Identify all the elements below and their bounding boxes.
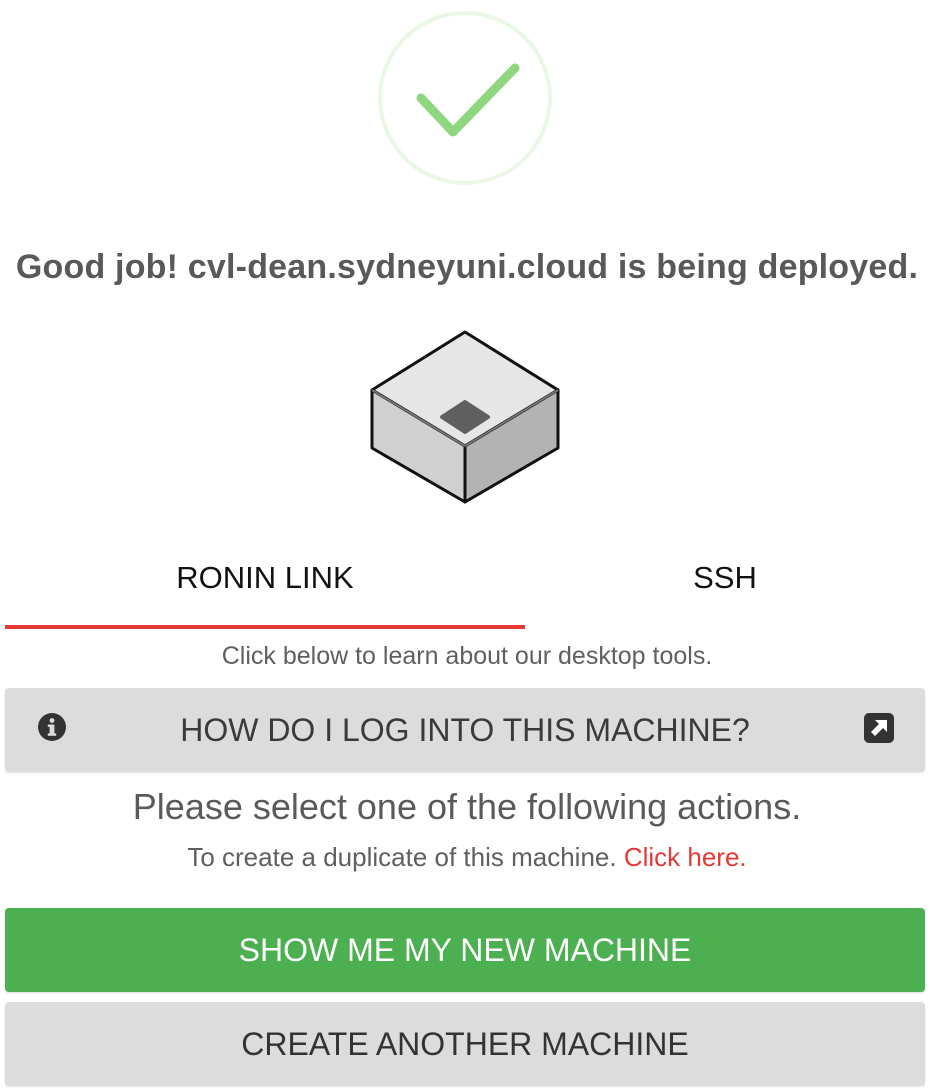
checkmark-circle-icon bbox=[378, 11, 552, 185]
create-another-machine-button[interactable]: CREATE ANOTHER MACHINE bbox=[5, 1002, 925, 1086]
show-new-machine-button[interactable]: SHOW ME MY NEW MACHINE bbox=[5, 908, 925, 992]
deploy-status-headline: Good job! cvl-dean.sydneyuni.cloud is be… bbox=[15, 248, 919, 286]
desktop-tools-hint: Click below to learn about our desktop t… bbox=[221, 642, 713, 670]
tab-ssh[interactable]: SSH bbox=[525, 556, 925, 628]
external-link-icon bbox=[864, 713, 894, 743]
tab-ronin-link[interactable]: RONIN LINK bbox=[5, 556, 525, 628]
duplicate-machine-text: To create a duplicate of this machine. bbox=[187, 842, 624, 872]
how-to-login-label: HOW DO I LOG INTO THIS MACHINE? bbox=[180, 712, 750, 748]
duplicate-machine-link[interactable]: Click here. bbox=[624, 842, 747, 872]
actions-prompt: Please select one of the following actio… bbox=[132, 786, 802, 827]
duplicate-machine-line: To create a duplicate of this machine. C… bbox=[0, 842, 934, 873]
machine-cube-icon bbox=[370, 330, 560, 504]
info-icon bbox=[38, 713, 66, 741]
active-tab-indicator bbox=[5, 625, 525, 629]
how-to-login-button[interactable]: HOW DO I LOG INTO THIS MACHINE? bbox=[5, 688, 925, 772]
